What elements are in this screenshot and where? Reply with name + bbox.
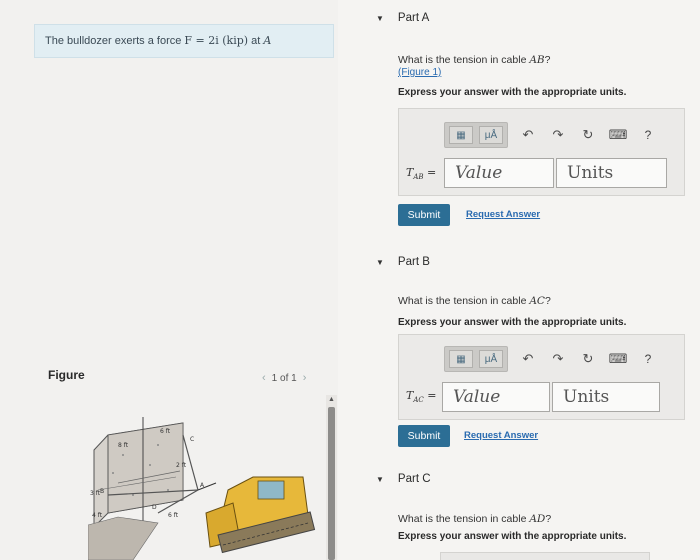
figure-image: 6 ft 8 ft 2 ft 3 ft 4 ft 6 ft C D A B [87,395,328,560]
dim-label: 6 ft [168,512,179,519]
part-c-title: Part C [397,473,431,485]
part-b-submit-button[interactable]: Submit [398,425,450,447]
part-b-units-input[interactable]: Units [552,382,660,412]
cable-name: AB [529,54,545,66]
part-c-question: What is the tension in cable AD? [398,513,551,525]
figure-pager: ‹ 1 of 1 › [262,372,306,384]
redo-icon[interactable]: ↷ [548,350,568,368]
help-icon[interactable]: ? [638,126,658,144]
question-mark: ? [544,295,551,307]
problem-point: A [263,34,272,47]
question-text: What is the tension in cable [398,513,530,525]
point-label: B [100,488,104,495]
problem-prefix: The bulldozer exerts a force [45,35,185,47]
cable-name: AC [529,295,545,307]
units-button[interactable]: μÅ [479,126,503,144]
help-icon[interactable]: ? [638,350,658,368]
point-label: D [152,504,157,511]
figure-link[interactable]: (Figure 1) [398,67,441,78]
part-b-toolbar: ▦ μÅ ↶ ↷ ↻ ⌨ ? [444,346,658,372]
figure-label: Figure [48,368,85,382]
part-a-request-answer-link[interactable]: Request Answer [466,209,540,220]
point-label: C [190,436,194,443]
figure-scrollbar[interactable]: ▲ [326,395,337,560]
question-mark: ? [544,54,551,66]
part-a-submit-button[interactable]: Submit [398,204,450,226]
dim-label: 6 ft [160,428,171,435]
caret-down-icon[interactable]: ▼ [376,475,384,484]
part-c-header[interactable]: ▼ Part C [376,473,431,485]
part-a-toolbar: ▦ μÅ ↶ ↷ ↻ ⌨ ? [444,122,658,148]
toolbar-group: ▦ μÅ [444,346,508,372]
part-a-header[interactable]: ▼ Part A [376,12,429,24]
part-a-value-input[interactable]: Value [444,158,554,188]
bulldozer-window [257,480,285,500]
undo-icon[interactable]: ↶ [518,126,538,144]
part-b-question: What is the tension in cable AC? [398,295,551,307]
toolbar-group: ▦ μÅ [444,122,508,148]
left-panel: The bulldozer exerts a force F = 2i (kip… [0,0,338,560]
question-text: What is the tension in cable [398,295,530,307]
units-button[interactable]: μÅ [479,350,503,368]
part-b-header[interactable]: ▼ Part B [376,256,430,268]
problem-suffix: at [248,35,264,47]
dim-label: 8 ft [118,442,129,449]
part-a-instruction: Express your answer with the appropriate… [398,87,627,98]
force-expression: F = 2i (kip) [184,34,249,47]
part-c-instruction: Express your answer with the appropriate… [398,531,627,542]
question-text: What is the tension in cable [398,54,530,66]
part-b-variable-label: TAC = [406,389,437,405]
redo-icon[interactable]: ↷ [548,126,568,144]
keyboard-icon[interactable]: ⌨ [608,126,628,144]
chevron-left-icon[interactable]: ‹ [262,372,266,384]
part-c-answer-panel [440,552,650,560]
reset-icon[interactable]: ↻ [578,126,598,144]
part-a-question: What is the tension in cable AB? [398,54,550,66]
templates-icon[interactable]: ▦ [449,350,473,368]
dim-label: 2 ft [176,462,187,469]
scroll-thumb[interactable] [328,407,335,560]
cable-name: AD [529,513,546,525]
caret-down-icon[interactable]: ▼ [376,14,384,23]
undo-icon[interactable]: ↶ [518,350,538,368]
scroll-up-icon[interactable]: ▲ [328,396,335,403]
keyboard-icon[interactable]: ⌨ [608,350,628,368]
problem-statement: The bulldozer exerts a force F = 2i (kip… [34,24,334,58]
right-panel: ▼ Part A What is the tension in cable AB… [338,0,700,560]
part-a-units-input[interactable]: Units [556,158,667,188]
part-a-title: Part A [397,12,430,24]
part-b-title: Part B [397,256,430,268]
part-b-request-answer-link[interactable]: Request Answer [464,430,538,441]
bulldozer-figure-svg: 6 ft 8 ft 2 ft 3 ft 4 ft 6 ft C D A B [87,417,316,560]
wall-face [107,422,184,514]
var-subscript: AB [413,173,424,182]
chevron-right-icon[interactable]: › [303,372,307,384]
dim-label: 4 ft [92,512,103,519]
question-mark: ? [545,513,552,525]
pager-text: 1 of 1 [271,372,297,384]
var-subscript: AC [413,396,424,405]
templates-icon[interactable]: ▦ [449,126,473,144]
caret-down-icon[interactable]: ▼ [376,258,384,267]
part-a-variable-label: TAB = [406,166,437,182]
problem-text: The bulldozer exerts a force F = 2i (kip… [45,34,271,47]
part-b-value-input[interactable]: Value [442,382,550,412]
part-b-instruction: Express your answer with the appropriate… [398,317,627,328]
reset-icon[interactable]: ↻ [578,350,598,368]
